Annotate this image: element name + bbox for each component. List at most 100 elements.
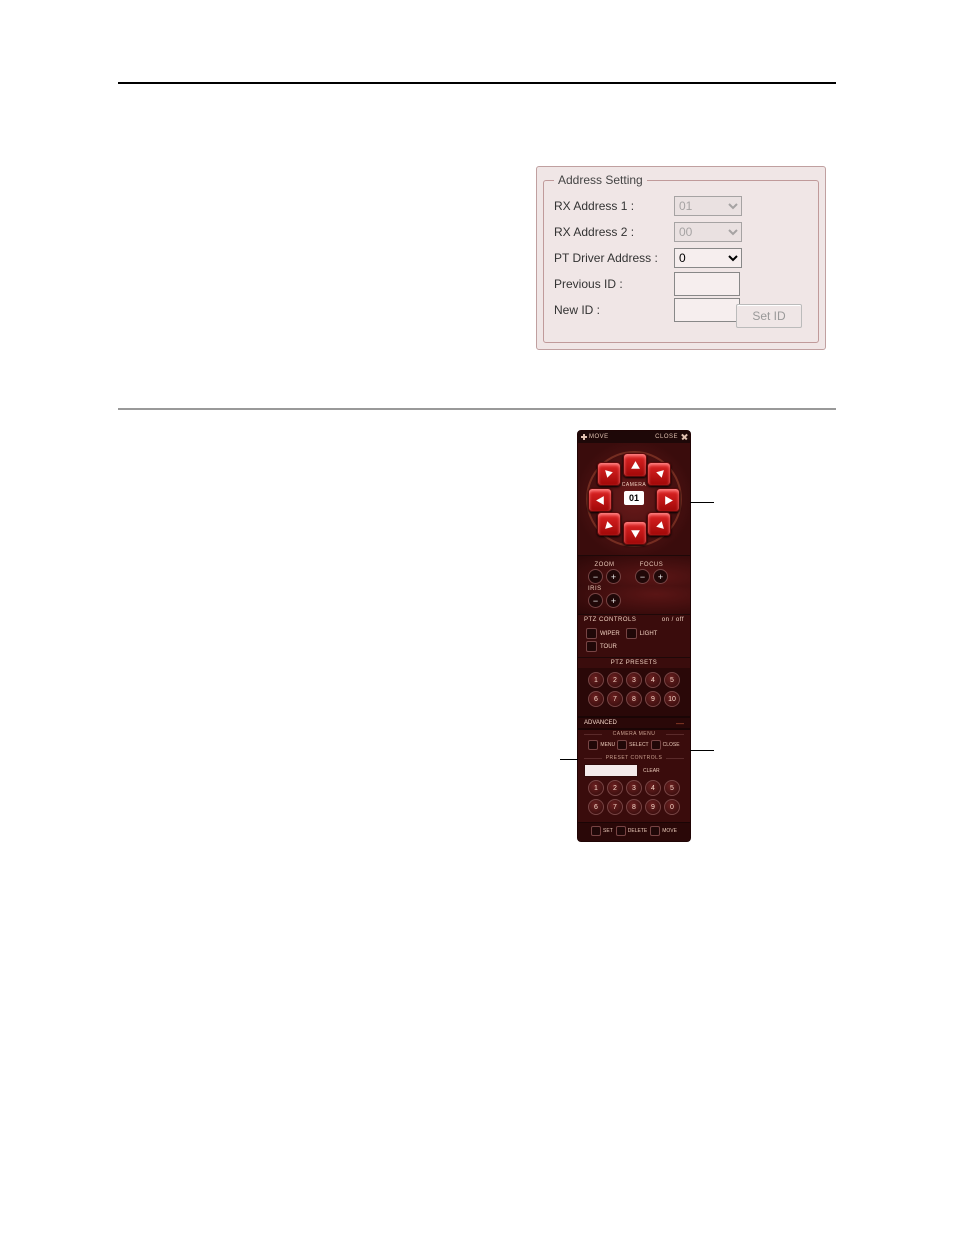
zoom-group: ZOOM − + bbox=[588, 562, 621, 584]
advanced-label: ADVANCED bbox=[584, 720, 617, 726]
arrow-down-right-button[interactable] bbox=[647, 512, 671, 536]
preset-5-button[interactable]: 5 bbox=[664, 672, 680, 688]
menu-button[interactable]: MENU bbox=[588, 740, 615, 750]
titlebar-close-label: CLOSE bbox=[655, 434, 678, 440]
keypad-9-button[interactable]: 9 bbox=[645, 799, 661, 815]
light-label: LIGHT bbox=[640, 631, 658, 637]
checkbox-icon bbox=[586, 641, 597, 652]
light-toggle[interactable]: LIGHT bbox=[626, 628, 658, 639]
ptz-titlebar[interactable]: MOVE CLOSE bbox=[578, 431, 690, 443]
keypad-8-button[interactable]: 8 bbox=[626, 799, 642, 815]
arrow-left-button[interactable] bbox=[588, 488, 612, 512]
camera-number[interactable]: 01 bbox=[624, 491, 644, 505]
address-setting-fieldset: Address Setting RX Address 1 : 01 RX Add… bbox=[543, 173, 819, 343]
iris-close-button[interactable]: − bbox=[588, 593, 603, 608]
close-icon[interactable] bbox=[681, 434, 687, 440]
keypad-4-button[interactable]: 4 bbox=[645, 780, 661, 796]
preset-7-button[interactable]: 7 bbox=[607, 691, 623, 707]
pt-driver-address-row: PT Driver Address : 0 bbox=[554, 245, 808, 271]
preset-3-button[interactable]: 3 bbox=[626, 672, 642, 688]
previous-id-label: Previous ID : bbox=[554, 277, 674, 291]
preset-controls-header: PRESET CONTROLS bbox=[578, 754, 690, 762]
clear-button[interactable]: CLEAR bbox=[641, 768, 660, 774]
preset-delete-button[interactable]: DELETE bbox=[616, 826, 647, 836]
preset-delete-label: DELETE bbox=[628, 828, 647, 834]
pt-driver-address-label: PT Driver Address : bbox=[554, 251, 674, 265]
preset-move-label: MOVE bbox=[662, 828, 677, 834]
iris-section: IRIS − + bbox=[578, 586, 690, 614]
preset-2-button[interactable]: 2 bbox=[607, 672, 623, 688]
callout-line bbox=[690, 502, 714, 503]
collapse-icon: — bbox=[676, 719, 684, 728]
address-setting-legend: Address Setting bbox=[554, 173, 647, 187]
preset-id-input[interactable] bbox=[584, 764, 638, 777]
advanced-section: ADVANCED — CAMERA MENU MENU SELECT CLOSE… bbox=[578, 716, 690, 841]
preset-4-button[interactable]: 4 bbox=[645, 672, 661, 688]
pt-driver-address-select[interactable]: 0 bbox=[674, 248, 742, 268]
preset-10-button[interactable]: 10 bbox=[664, 691, 680, 707]
ptz-controls-onoff: on / off bbox=[662, 617, 684, 623]
new-id-label: New ID : bbox=[554, 303, 674, 317]
arrow-down-button[interactable] bbox=[623, 521, 647, 545]
rx-address-2-label: RX Address 2 : bbox=[554, 225, 674, 239]
preset-8-button[interactable]: 8 bbox=[626, 691, 642, 707]
preset-1-button[interactable]: 1 bbox=[588, 672, 604, 688]
zoom-out-button[interactable]: − bbox=[588, 569, 603, 584]
keypad-3-button[interactable]: 3 bbox=[626, 780, 642, 796]
wiper-toggle[interactable]: WIPER bbox=[586, 628, 620, 639]
menu-close-button[interactable]: CLOSE bbox=[651, 740, 680, 750]
new-id-input bbox=[674, 298, 740, 322]
zoom-label: ZOOM bbox=[588, 562, 621, 568]
set-id-button: Set ID bbox=[736, 304, 802, 328]
select-button[interactable]: SELECT bbox=[617, 740, 648, 750]
tour-label: TOUR bbox=[600, 644, 617, 650]
menu-label: MENU bbox=[600, 742, 615, 748]
callout-line bbox=[690, 750, 714, 751]
preset-set-button[interactable]: SET bbox=[591, 826, 613, 836]
keypad-6-button[interactable]: 6 bbox=[588, 799, 604, 815]
camera-label: CAMERA bbox=[578, 482, 690, 488]
keypad-7-button[interactable]: 7 bbox=[607, 799, 623, 815]
divider-top bbox=[118, 82, 836, 84]
focus-far-button[interactable]: + bbox=[653, 569, 668, 584]
rx-address-1-row: RX Address 1 : 01 bbox=[554, 193, 808, 219]
preset-6-button[interactable]: 6 bbox=[588, 691, 604, 707]
ptz-presets-title: PTZ PRESETS bbox=[611, 660, 658, 666]
checkbox-icon bbox=[586, 628, 597, 639]
button-icon bbox=[650, 826, 660, 836]
keypad-2-button[interactable]: 2 bbox=[607, 780, 623, 796]
focus-near-button[interactable]: − bbox=[635, 569, 650, 584]
preset-9-button[interactable]: 9 bbox=[645, 691, 661, 707]
zoom-in-button[interactable]: + bbox=[606, 569, 621, 584]
advanced-header[interactable]: ADVANCED — bbox=[578, 716, 690, 730]
button-icon bbox=[616, 826, 626, 836]
tour-toggle[interactable]: TOUR bbox=[586, 641, 617, 652]
ptz-controls-title: PTZ CONTROLS bbox=[584, 617, 636, 623]
button-icon bbox=[651, 740, 661, 750]
ptz-presets-header: PTZ PRESETS bbox=[578, 657, 690, 668]
menu-close-label: CLOSE bbox=[663, 742, 680, 748]
preset-controls: CLEAR 1 2 3 4 5 6 7 8 9 0 bbox=[578, 762, 690, 822]
ptz-controls-header: PTZ CONTROLS on / off bbox=[578, 614, 690, 625]
rx-address-1-label: RX Address 1 : bbox=[554, 199, 674, 213]
keypad-0-button[interactable]: 0 bbox=[664, 799, 680, 815]
button-icon bbox=[591, 826, 601, 836]
preset-footer-buttons: SET DELETE MOVE bbox=[578, 822, 690, 841]
focus-group: FOCUS − + bbox=[635, 562, 668, 584]
keypad-1-button[interactable]: 1 bbox=[588, 780, 604, 796]
rx-address-1-select: 01 bbox=[674, 196, 742, 216]
keypad-5-button[interactable]: 5 bbox=[664, 780, 680, 796]
arrow-up-button[interactable] bbox=[623, 453, 647, 477]
checkbox-icon bbox=[626, 628, 637, 639]
ptz-toggles: WIPER LIGHT TOUR bbox=[578, 625, 690, 657]
address-setting-panel: Address Setting RX Address 1 : 01 RX Add… bbox=[536, 166, 826, 350]
iris-open-button[interactable]: + bbox=[606, 593, 621, 608]
camera-menu-header: CAMERA MENU bbox=[578, 730, 690, 738]
arrow-right-button[interactable] bbox=[656, 488, 680, 512]
arrow-down-left-button[interactable] bbox=[597, 512, 621, 536]
rx-address-2-select: 00 bbox=[674, 222, 742, 242]
rx-address-2-row: RX Address 2 : 00 bbox=[554, 219, 808, 245]
titlebar-move-label: MOVE bbox=[589, 434, 609, 440]
callout-line bbox=[560, 759, 578, 760]
preset-move-button[interactable]: MOVE bbox=[650, 826, 677, 836]
